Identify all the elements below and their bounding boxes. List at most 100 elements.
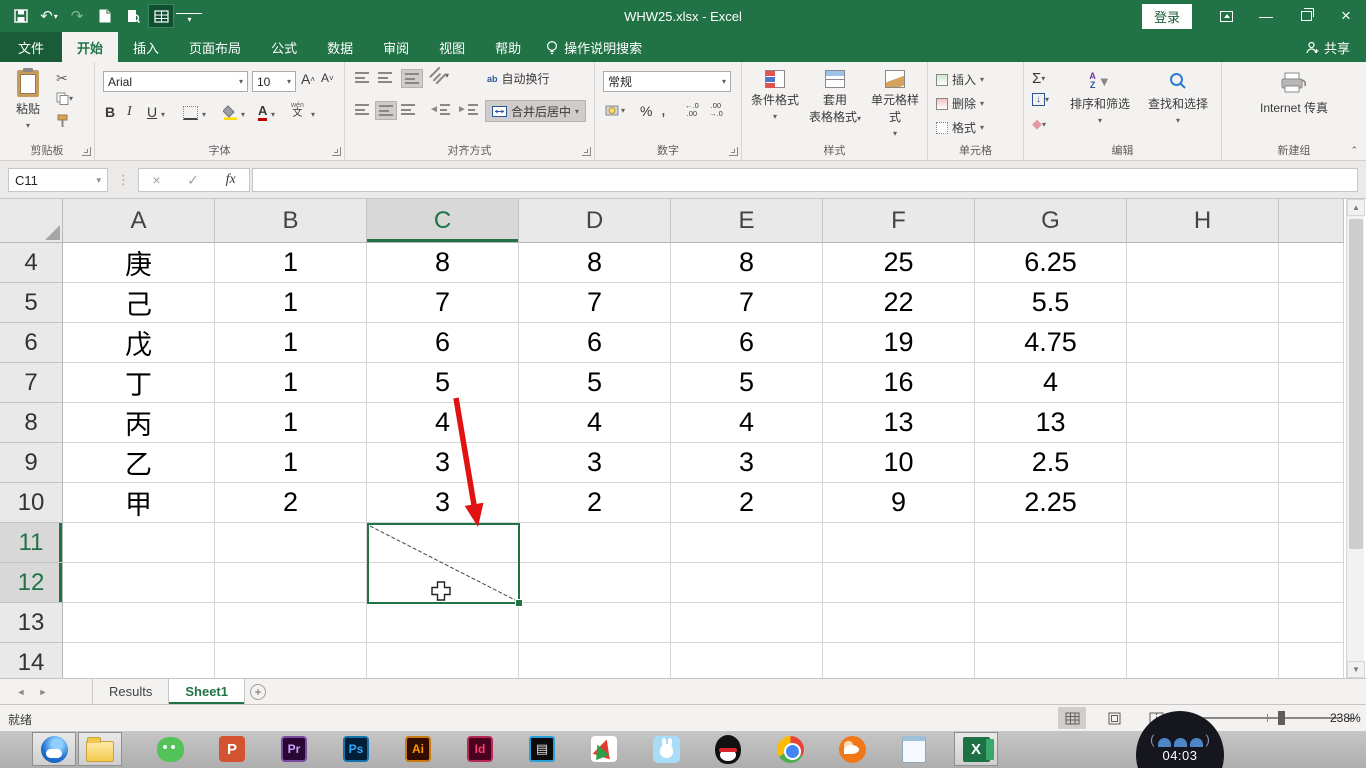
cell-B5[interactable]: 1 — [215, 283, 367, 323]
row-header-14[interactable]: 14 — [0, 643, 63, 678]
cell-B8[interactable]: 1 — [215, 403, 367, 443]
orientation-icon[interactable]: ▾ — [429, 66, 449, 85]
increase-decimal-icon[interactable]: ←.0.00 — [685, 102, 699, 118]
cell-B12[interactable] — [215, 563, 367, 603]
cell-D10[interactable]: 2 — [519, 483, 671, 523]
font-name-select[interactable]: Arial ▾ — [103, 71, 248, 92]
cell-B11[interactable] — [215, 523, 367, 563]
cell-A8[interactable]: 丙 — [63, 403, 215, 443]
number-dialog-launcher[interactable] — [729, 147, 738, 156]
cell-D7[interactable]: 5 — [519, 363, 671, 403]
cell-D6[interactable]: 6 — [519, 323, 671, 363]
cell-partial-9[interactable] — [1279, 443, 1344, 483]
cell-H5[interactable] — [1127, 283, 1279, 323]
increase-font-icon[interactable]: A ˄ — [301, 71, 315, 87]
cell-A10[interactable]: 甲 — [63, 483, 215, 523]
cell-partial-7[interactable] — [1279, 363, 1344, 403]
column-header-B[interactable]: B — [215, 199, 367, 243]
cell-F6[interactable]: 19 — [823, 323, 975, 363]
cell-H11[interactable] — [1127, 523, 1279, 563]
cell-C4[interactable]: 8 — [367, 243, 519, 283]
zoom-level[interactable]: 238% — [1330, 711, 1361, 725]
cell-D4[interactable]: 8 — [519, 243, 671, 283]
cell-partial-10[interactable] — [1279, 483, 1344, 523]
increase-indent-icon[interactable]: ► — [457, 104, 478, 115]
cell-F10[interactable]: 9 — [823, 483, 975, 523]
table-view-icon[interactable] — [148, 4, 174, 28]
font-color-icon[interactable]: A — [258, 103, 268, 121]
fill-button[interactable]: ↓ ▾ — [1032, 93, 1049, 106]
cell-A7[interactable]: 丁 — [63, 363, 215, 403]
enter-icon[interactable]: ✓ — [187, 172, 199, 189]
taskbar-premiere-icon[interactable]: Pr — [272, 732, 316, 766]
sheet-nav-left-icon[interactable]: ◄ — [10, 679, 32, 705]
cell-E6[interactable]: 6 — [671, 323, 823, 363]
cell-G5[interactable]: 5.5 — [975, 283, 1127, 323]
scroll-down-icon[interactable]: ▼ — [1347, 661, 1365, 678]
cell-F14[interactable] — [823, 643, 975, 678]
insert-function-icon[interactable]: fx — [226, 172, 236, 188]
ribbon-tab-审阅[interactable]: 审阅 — [368, 32, 424, 62]
borders-icon[interactable] — [183, 106, 198, 120]
ribbon-tab-数据[interactable]: 数据 — [312, 32, 368, 62]
cell-C6[interactable]: 6 — [367, 323, 519, 363]
cell-partial-5[interactable] — [1279, 283, 1344, 323]
cell-H4[interactable] — [1127, 243, 1279, 283]
cell-E12[interactable] — [671, 563, 823, 603]
cell-H9[interactable] — [1127, 443, 1279, 483]
cell-D8[interactable]: 4 — [519, 403, 671, 443]
cell-D12[interactable] — [519, 563, 671, 603]
row-header-13[interactable]: 13 — [0, 603, 63, 643]
taskbar-indesign-icon[interactable]: Id — [458, 732, 502, 766]
cell-B7[interactable]: 1 — [215, 363, 367, 403]
cell-E13[interactable] — [671, 603, 823, 643]
taskbar-chrome-icon[interactable] — [768, 732, 812, 766]
percent-style-icon[interactable]: % — [640, 103, 652, 119]
cell-B6[interactable]: 1 — [215, 323, 367, 363]
save-icon[interactable] — [8, 4, 34, 28]
phonetic-dropdown[interactable]: ▾ — [311, 110, 315, 119]
conditional-formatting-button[interactable]: 条件格式 ▾ — [746, 70, 804, 122]
cell-C5[interactable]: 7 — [367, 283, 519, 323]
cell-E10[interactable]: 2 — [671, 483, 823, 523]
phonetic-guide-icon[interactable]: wén 文 — [291, 102, 304, 119]
align-bottom-icon[interactable] — [401, 69, 423, 88]
cell-F4[interactable]: 25 — [823, 243, 975, 283]
cell-B9[interactable]: 1 — [215, 443, 367, 483]
cell-E5[interactable]: 7 — [671, 283, 823, 323]
taskbar-powerpoint-icon[interactable]: P — [210, 732, 254, 766]
format-painter-icon[interactable] — [56, 114, 70, 128]
vertical-scrollbar[interactable]: ▲ ▼ — [1346, 199, 1365, 678]
cell-G10[interactable]: 2.25 — [975, 483, 1127, 523]
taskbar-photoshop-icon[interactable]: Ps — [334, 732, 378, 766]
cell-partial-8[interactable] — [1279, 403, 1344, 443]
cell-partial-12[interactable] — [1279, 563, 1344, 603]
cell-partial-14[interactable] — [1279, 643, 1344, 678]
cell-partial-6[interactable] — [1279, 323, 1344, 363]
collapse-ribbon-icon[interactable]: ⌃ — [1350, 145, 1358, 156]
cell-C7[interactable]: 5 — [367, 363, 519, 403]
cell-G4[interactable]: 6.25 — [975, 243, 1127, 283]
align-left-icon[interactable] — [355, 104, 369, 115]
cell-C9[interactable]: 3 — [367, 443, 519, 483]
align-middle-icon[interactable] — [378, 72, 392, 83]
formula-bar-splitter[interactable]: ⋮ — [117, 172, 130, 188]
cell-F7[interactable]: 16 — [823, 363, 975, 403]
sheet-nav-right-icon[interactable]: ► — [32, 679, 54, 705]
decrease-decimal-icon[interactable]: .00 →.0 — [709, 102, 723, 118]
zoom-thumb[interactable] — [1278, 711, 1286, 725]
cell-D9[interactable]: 3 — [519, 443, 671, 483]
fill-color-icon[interactable] — [223, 105, 239, 120]
new-file-icon[interactable] — [92, 4, 118, 28]
print-preview-icon[interactable] — [120, 4, 146, 28]
column-header-F[interactable]: F — [823, 199, 975, 243]
comma-style-icon[interactable]: , — [661, 100, 666, 120]
fill-handle[interactable] — [515, 599, 523, 607]
cell-H12[interactable] — [1127, 563, 1279, 603]
cell-C14[interactable] — [367, 643, 519, 678]
internet-fax-button[interactable]: Internet 传真 — [1244, 70, 1344, 116]
cell-F5[interactable]: 22 — [823, 283, 975, 323]
clipboard-dialog-launcher[interactable] — [82, 147, 91, 156]
cell-C8[interactable]: 4 — [367, 403, 519, 443]
cell-C13[interactable] — [367, 603, 519, 643]
